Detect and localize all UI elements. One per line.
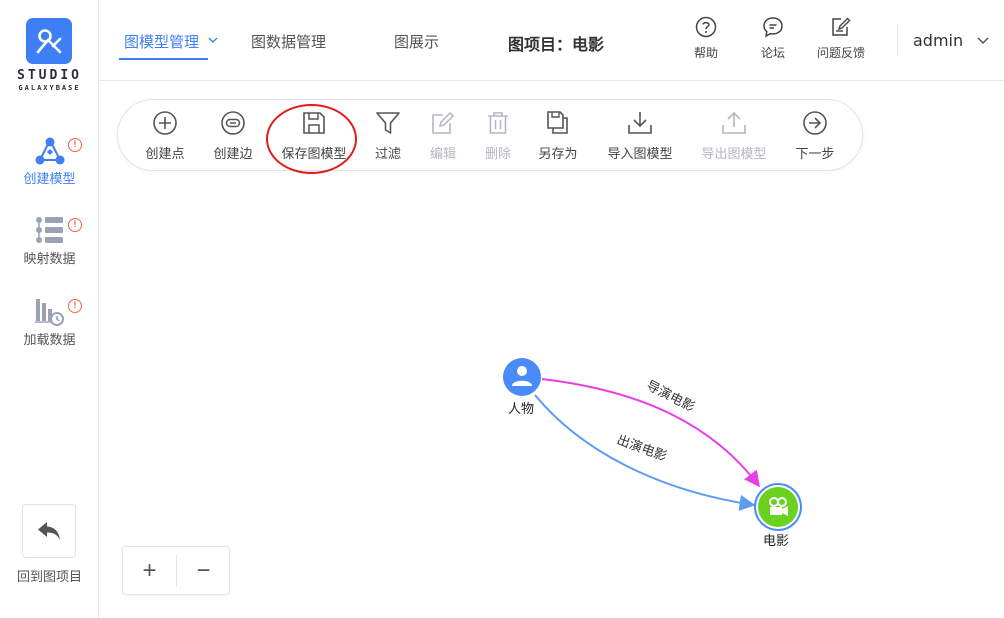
import-model-button[interactable]: 导入图模型 xyxy=(601,110,679,166)
mapping-icon xyxy=(36,217,63,243)
node-label-person: 人物 xyxy=(508,402,535,417)
forum-label: 论坛 xyxy=(760,46,785,60)
chevron-down-icon xyxy=(208,37,218,43)
next-step-button[interactable]: 下一步 xyxy=(790,110,840,166)
top-header: 图模型管理 图数据管理 图展示 图项目：电影 帮助 论坛 问题反馈 admin xyxy=(99,0,1004,81)
node-label-movie: 电影 xyxy=(763,534,790,549)
edge-label-directed: 导演电影 xyxy=(644,377,697,414)
sidebar-item-label: 映射数据 xyxy=(23,252,76,267)
edit-button[interactable]: 编辑 xyxy=(421,110,465,166)
warning-badge: ! xyxy=(68,299,82,313)
sidebar-item-map-data[interactable]: ! 映射数据 xyxy=(0,216,99,278)
tool-label: 导入图模型 xyxy=(607,147,673,162)
tool-label: 编辑 xyxy=(429,147,456,162)
username: admin xyxy=(913,31,964,50)
tool-label: 创建边 xyxy=(213,147,253,162)
forum-icon xyxy=(763,17,783,38)
link-icon xyxy=(221,111,245,135)
tab-label: 图模型管理 xyxy=(124,33,200,51)
help-icon xyxy=(695,16,717,38)
feedback-label: 问题反馈 xyxy=(816,46,865,60)
create-vertex-button[interactable]: 创建点 xyxy=(138,110,192,166)
create-edge-button[interactable]: 创建边 xyxy=(206,110,260,166)
back-to-project-button[interactable] xyxy=(22,504,76,558)
user-menu[interactable]: admin xyxy=(913,31,989,50)
save-model-button[interactable]: 保存图模型 xyxy=(275,110,353,166)
delete-button[interactable]: 删除 xyxy=(476,110,520,166)
forum-button[interactable]: 论坛 xyxy=(743,16,803,66)
tool-label: 过滤 xyxy=(374,147,401,162)
person-icon xyxy=(517,366,527,376)
sidebar-item-load-data[interactable]: ! 加载数据 xyxy=(0,297,99,359)
logo-icon xyxy=(36,29,62,54)
warning-badge: ! xyxy=(68,218,82,232)
edge-label-acted: 出演电影 xyxy=(615,432,669,464)
feedback-button[interactable]: 问题反馈 xyxy=(811,16,871,66)
help-button[interactable]: 帮助 xyxy=(676,16,736,66)
feedback-icon xyxy=(832,17,851,36)
filter-button[interactable]: 过滤 xyxy=(366,110,410,166)
save-icon xyxy=(303,112,325,134)
tool-label: 下一步 xyxy=(795,147,835,162)
tab-graph-display[interactable]: 图展示 xyxy=(394,31,439,52)
save-as-button[interactable]: 另存为 xyxy=(533,110,583,166)
plus-circle-icon xyxy=(153,111,177,135)
node-person[interactable] xyxy=(503,358,541,396)
filter-icon xyxy=(376,112,400,134)
project-title: 图项目：电影 xyxy=(508,35,605,54)
header-divider xyxy=(897,24,898,56)
tool-label: 另存为 xyxy=(538,147,578,162)
node-movie[interactable] xyxy=(754,483,802,531)
tool-label: 创建点 xyxy=(145,147,185,162)
export-icon xyxy=(722,111,746,134)
load-data-icon xyxy=(35,299,64,326)
undo-arrow-icon xyxy=(38,522,60,540)
model-toolbar: 创建点 创建边 保存图模型 过滤 编辑 删除 另存为 导入图模型 导出图模型 下… xyxy=(117,99,863,171)
tool-label: 导出图模型 xyxy=(701,147,767,162)
model-graph-icon xyxy=(35,137,65,165)
tool-label: 保存图模型 xyxy=(281,147,347,162)
import-icon xyxy=(628,112,652,134)
logo-text-galaxybase: GALAXYBASE xyxy=(18,84,81,92)
logo-text-studio: STUDIO xyxy=(17,68,82,83)
sidebar-item-create-model[interactable]: ! 创建模型 xyxy=(0,136,99,198)
trash-icon xyxy=(488,112,508,134)
sidebar-item-label: 创建模型 xyxy=(23,172,76,187)
edit-icon xyxy=(432,111,455,134)
sidebar: STUDIO GALAXYBASE ! 创建模型 ! 映射数据 ! 加载数据 回… xyxy=(0,0,99,618)
copy-icon xyxy=(547,111,568,134)
export-model-button[interactable]: 导出图模型 xyxy=(695,110,773,166)
arrow-right-circle-icon xyxy=(803,111,827,135)
warning-badge: ! xyxy=(68,138,82,152)
chevron-down-icon xyxy=(977,36,989,44)
active-tab-underline xyxy=(119,58,208,60)
zoom-out-button[interactable]: − xyxy=(177,547,230,594)
tab-graph-model-management[interactable]: 图模型管理 xyxy=(124,31,218,52)
back-to-project-label: 回到图项目 xyxy=(16,570,82,585)
help-label: 帮助 xyxy=(693,46,718,60)
zoom-in-button[interactable]: + xyxy=(123,547,176,594)
sidebar-item-label: 加载数据 xyxy=(23,333,76,348)
tab-graph-data-management[interactable]: 图数据管理 xyxy=(251,31,326,52)
tool-label: 删除 xyxy=(484,147,511,162)
zoom-control: + − xyxy=(122,546,230,595)
galaxybase-logo xyxy=(26,18,72,64)
